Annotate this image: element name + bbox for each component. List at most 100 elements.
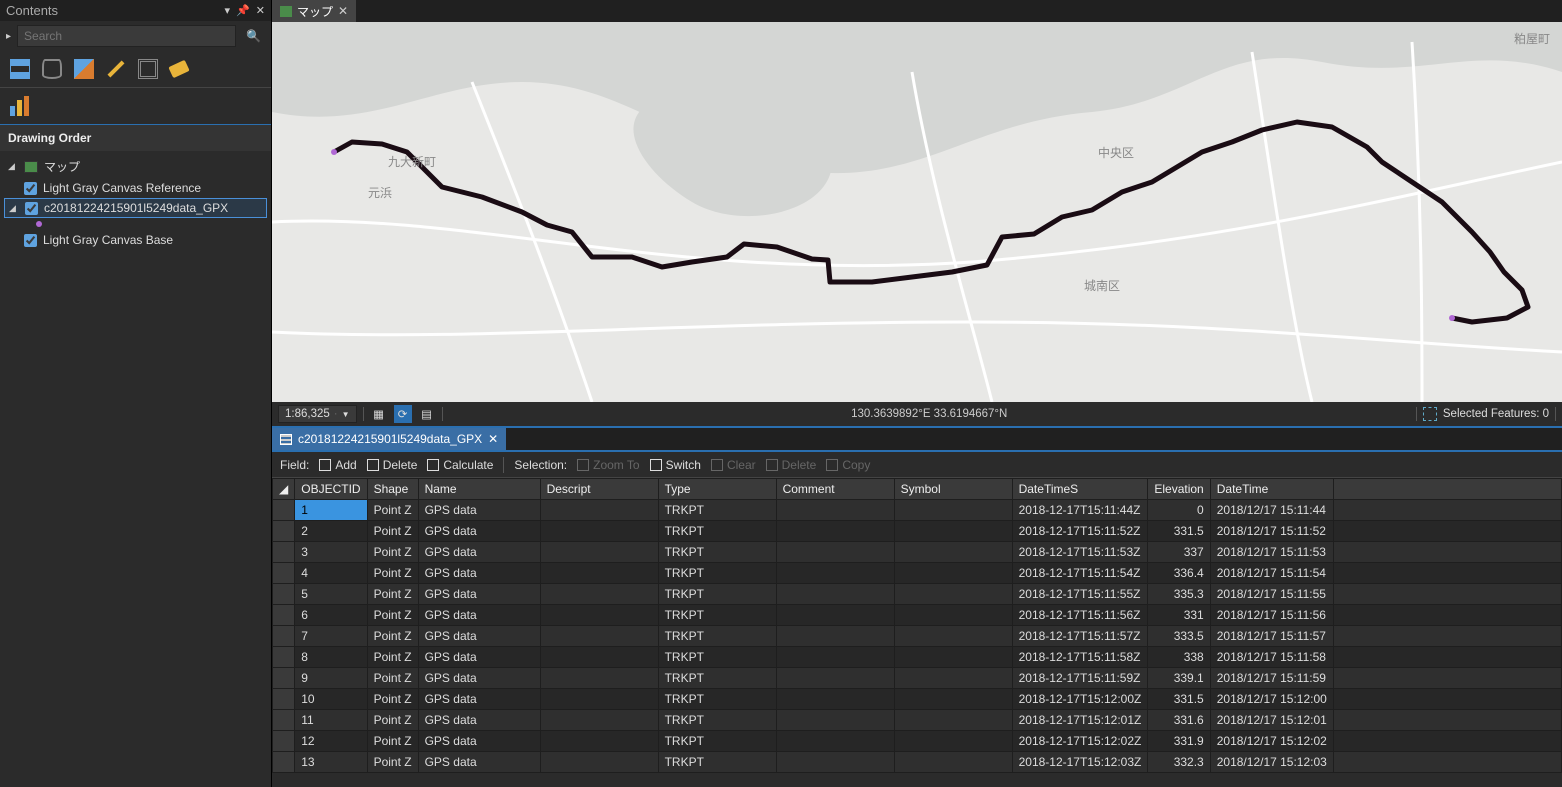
table-row[interactable]: 9Point ZGPS dataTRKPT2018-12-17T15:11:59… [273,668,1562,689]
cell-shape[interactable]: Point Z [367,563,418,584]
cell-comment[interactable] [776,500,894,521]
row-selector[interactable] [273,500,295,521]
column-header[interactable]: Comment [776,479,894,500]
cell-shape[interactable]: Point Z [367,752,418,773]
cell-descript[interactable] [540,521,658,542]
layer-visibility-checkbox[interactable] [25,202,38,215]
column-header[interactable]: Symbol [894,479,1012,500]
cell-datetime[interactable]: 2018/12/17 15:12:01 [1210,710,1333,731]
search-icon[interactable]: 🔍 [242,29,265,43]
cell-symbol[interactable] [894,542,1012,563]
cell-datetime[interactable]: 2018/12/17 15:11:58 [1210,647,1333,668]
row-selector[interactable] [273,521,295,542]
cell-type[interactable]: TRKPT [658,563,776,584]
cell-elevation[interactable]: 332.3 [1148,752,1210,773]
table-row[interactable]: 7Point ZGPS dataTRKPT2018-12-17T15:11:57… [273,626,1562,647]
cell-descript[interactable] [540,563,658,584]
cell-comment[interactable] [776,584,894,605]
column-header[interactable]: DateTimeS [1012,479,1148,500]
table-row[interactable]: 6Point ZGPS dataTRKPT2018-12-17T15:11:56… [273,605,1562,626]
cell-comment[interactable] [776,710,894,731]
cell-type[interactable]: TRKPT [658,689,776,710]
cell-type[interactable]: TRKPT [658,626,776,647]
cell-type[interactable]: TRKPT [658,731,776,752]
expand-arrow-icon[interactable]: ◢ [8,161,18,172]
cell-name[interactable]: GPS data [418,668,540,689]
cell-name[interactable]: GPS data [418,521,540,542]
cell-name[interactable]: GPS data [418,626,540,647]
cell-comment[interactable] [776,647,894,668]
row-selector[interactable] [273,584,295,605]
cell-objectid[interactable]: 8 [295,647,367,668]
row-selector-header[interactable]: ◢ [273,479,295,500]
cell-elevation[interactable]: 331 [1148,605,1210,626]
cell-objectid[interactable]: 12 [295,731,367,752]
cell-objectid[interactable]: 6 [295,605,367,626]
column-header[interactable]: OBJECTID [295,479,367,500]
cell-objectid[interactable]: 2 [295,521,367,542]
pause-drawing-icon[interactable]: ▦ [370,405,388,423]
cell-type[interactable]: TRKPT [658,584,776,605]
cell-shape[interactable]: Point Z [367,626,418,647]
table-tab[interactable]: c20181224215901l5249data_GPX ✕ [272,428,506,450]
cell-objectid[interactable]: 9 [295,668,367,689]
cell-descript[interactable] [540,647,658,668]
layer-item-gpx[interactable]: ◢ c20181224215901l5249data_GPX [4,198,267,218]
cell-symbol[interactable] [894,605,1012,626]
close-icon[interactable]: ✕ [338,4,348,18]
cell-shape[interactable]: Point Z [367,647,418,668]
list-by-chart-icon[interactable] [10,96,30,116]
cell-datetime[interactable]: 2018/12/17 15:12:03 [1210,752,1333,773]
cell-objectid[interactable]: 10 [295,689,367,710]
cell-objectid[interactable]: 1 [295,500,367,521]
cell-type[interactable]: TRKPT [658,647,776,668]
layer-item-reference[interactable]: Light Gray Canvas Reference [0,178,271,198]
column-header[interactable]: Type [658,479,776,500]
collapse-toggle-icon[interactable]: ▸ [6,31,11,42]
row-selector[interactable] [273,542,295,563]
cell-type[interactable]: TRKPT [658,605,776,626]
table-row[interactable]: 1Point ZGPS dataTRKPT2018-12-17T15:11:44… [273,500,1562,521]
cell-type[interactable]: TRKPT [658,542,776,563]
cell-shape[interactable]: Point Z [367,668,418,689]
layer-visibility-checkbox[interactable] [24,234,37,247]
cell-name[interactable]: GPS data [418,605,540,626]
row-selector[interactable] [273,626,295,647]
row-selector[interactable] [273,563,295,584]
search-input[interactable] [17,25,236,47]
table-row[interactable]: 5Point ZGPS dataTRKPT2018-12-17T15:11:55… [273,584,1562,605]
cell-symbol[interactable] [894,500,1012,521]
row-selector[interactable] [273,710,295,731]
cell-descript[interactable] [540,584,658,605]
cell-datetimes[interactable]: 2018-12-17T15:12:02Z [1012,731,1148,752]
add-field-button[interactable]: Add [319,458,356,472]
table-view-icon[interactable]: ▤ [418,405,436,423]
cell-datetimes[interactable]: 2018-12-17T15:11:53Z [1012,542,1148,563]
cell-comment[interactable] [776,626,894,647]
scale-input[interactable]: 1:86,325 · ▼ [278,405,357,423]
cell-shape[interactable]: Point Z [367,605,418,626]
cell-elevation[interactable]: 331.6 [1148,710,1210,731]
cell-datetime[interactable]: 2018/12/17 15:11:52 [1210,521,1333,542]
cell-symbol[interactable] [894,668,1012,689]
table-row[interactable]: 4Point ZGPS dataTRKPT2018-12-17T15:11:54… [273,563,1562,584]
cell-name[interactable]: GPS data [418,689,540,710]
cell-shape[interactable]: Point Z [367,584,418,605]
cell-elevation[interactable]: 0 [1148,500,1210,521]
row-selector[interactable] [273,752,295,773]
chevron-down-icon[interactable]: ▼ [342,410,350,419]
column-header[interactable]: Name [418,479,540,500]
expand-arrow-icon[interactable]: ◢ [9,203,19,214]
cell-name[interactable]: GPS data [418,731,540,752]
cell-name[interactable]: GPS data [418,500,540,521]
cell-objectid[interactable]: 4 [295,563,367,584]
cell-comment[interactable] [776,521,894,542]
cell-datetimes[interactable]: 2018-12-17T15:11:59Z [1012,668,1148,689]
cell-elevation[interactable]: 331.9 [1148,731,1210,752]
column-header[interactable]: DateTime [1210,479,1333,500]
cell-descript[interactable] [540,710,658,731]
map-canvas[interactable]: 粕屋町 九大新町 元浜 中央区 城南区 [272,22,1562,402]
cell-descript[interactable] [540,668,658,689]
map-node[interactable]: ◢ マップ [0,155,271,178]
cell-objectid[interactable]: 3 [295,542,367,563]
